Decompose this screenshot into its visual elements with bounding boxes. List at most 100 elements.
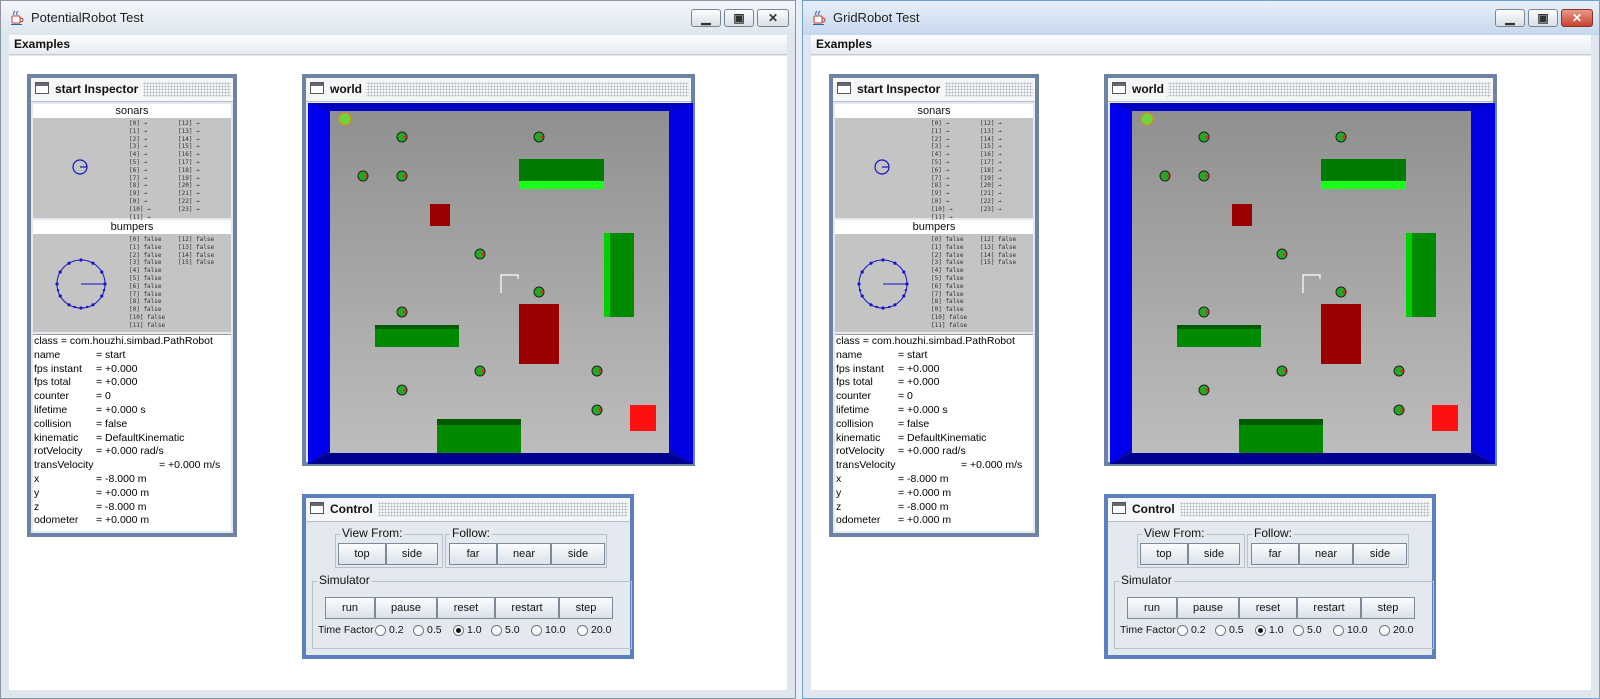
prop-value: = -8.000 m [898,472,949,485]
prop-key: kinematic [34,431,79,444]
prop-key: x [836,472,842,485]
prop-row: name = start [835,349,1033,363]
time-factor-radio[interactable] [453,625,464,636]
prop-key: collision [836,417,874,430]
inspector-body: sonars [0] → [1] → [2] → [3] → [4] → [5]… [33,103,231,531]
time-factor-radio[interactable] [1255,625,1266,636]
inspector-title-bar[interactable]: start Inspector [833,78,1035,102]
prop-row: x = -8.000 m [835,473,1033,487]
view-top-button[interactable]: top [338,543,386,565]
time-factor-radio[interactable] [531,625,542,636]
prop-row: name = start [33,349,231,363]
properties-panel: class = com.houzhi.simbad.PathRobot name… [835,334,1033,531]
inspector-title: start Inspector [857,82,945,96]
bumper-values-right: [12] false [13] false [14] false [15] fa… [178,236,215,267]
prop-row: rotVelocity = +0.000 rad/s [835,445,1033,459]
minimize-button[interactable]: ▁ [691,9,721,27]
prop-row: y = +0.000 m [33,487,231,501]
prop-key: odometer [836,514,881,527]
view-side-button[interactable]: side [386,543,438,565]
follow-group: Follow: far near side [1247,526,1409,568]
world-title-bar[interactable]: world [1108,78,1493,102]
run-button[interactable]: run [1127,597,1177,619]
prop-row: kinematic = DefaultKinematic [33,432,231,446]
world-title-bar[interactable]: world [306,78,691,102]
internal-frame-icon [837,82,851,94]
time-factor-radio[interactable] [1215,625,1226,636]
prop-row: lifetime = +0.000 s [835,404,1033,418]
time-factor-option-label: 1.0 [1269,624,1284,636]
world-frame: world [302,74,695,466]
goal-red [1432,405,1458,431]
prop-value: = start [96,348,126,361]
wall-bottom [308,453,693,464]
close-button[interactable]: ✕ [757,9,789,27]
step-button[interactable]: step [559,597,613,619]
control-title-bar[interactable]: Control [306,498,630,522]
time-factor-option-label: 10.0 [1347,624,1368,636]
simulator-label: Simulator [1119,573,1174,587]
title-bar[interactable]: PotentialRobot Test ▁ ▣ ✕ [1,1,795,35]
view-from-label: View From: [340,526,405,540]
sonars-label: sonars [33,104,231,118]
goal-red [630,405,656,431]
prop-value: = +0.000 m/s [961,459,1023,472]
control-title-bar[interactable]: Control [1108,498,1432,522]
menu-examples[interactable]: Examples [14,37,70,51]
minimize-button[interactable]: ▁ [1495,9,1525,27]
prop-value: = +0.000 [898,376,940,389]
follow-side-button[interactable]: side [551,543,605,565]
time-factor-radio[interactable] [491,625,502,636]
follow-far-button[interactable]: far [449,543,497,565]
time-factor-radio[interactable] [375,625,386,636]
inspector-title-bar[interactable]: start Inspector [31,78,233,102]
run-button[interactable]: run [325,597,375,619]
world-3d-view[interactable] [308,103,693,464]
maximize-button[interactable]: ▣ [1528,9,1558,27]
follow-label: Follow: [1252,526,1295,540]
pause-button[interactable]: pause [375,597,437,619]
restart-button[interactable]: restart [1297,597,1361,619]
time-factor-radio[interactable] [1293,625,1304,636]
follow-far-button[interactable]: far [1251,543,1299,565]
bumper-ring-icon [857,258,909,310]
reset-button[interactable]: reset [437,597,495,619]
box-red-large [1321,304,1361,364]
prop-key: y [836,486,842,499]
time-factor-radio[interactable] [1333,625,1344,636]
time-factor-radio[interactable] [577,625,588,636]
follow-side-button[interactable]: side [1353,543,1407,565]
internal-frame-icon [1112,502,1126,514]
maximize-button[interactable]: ▣ [724,9,754,27]
follow-near-button[interactable]: near [1299,543,1353,565]
internal-frame-icon [310,82,324,94]
box-right-green [604,233,634,317]
title-bar[interactable]: GridRobot Test ▁ ▣ ✕ [803,1,1599,35]
world-title: world [330,82,366,96]
box-red-small [430,204,450,226]
close-icon: ✕ [1571,11,1583,25]
bumpers-panel: [0] false [1] false [2] false [3] false … [835,234,1033,332]
wall-bottom [1110,453,1495,464]
pause-button[interactable]: pause [1177,597,1239,619]
prop-key: z [836,500,842,513]
world-3d-view[interactable] [1110,103,1495,464]
menu-examples[interactable]: Examples [816,37,872,51]
view-top-button[interactable]: top [1140,543,1188,565]
view-side-button[interactable]: side [1188,543,1240,565]
prop-row: z = -8.000 m [835,501,1033,515]
follow-near-button[interactable]: near [497,543,551,565]
restart-button[interactable]: restart [495,597,559,619]
time-factor-radio[interactable] [413,625,424,636]
reset-button[interactable]: reset [1239,597,1297,619]
time-factor-radio[interactable] [1177,625,1188,636]
prop-value: = 0 [898,390,913,403]
minimize-icon: ▁ [1505,11,1515,25]
step-button[interactable]: step [1361,597,1415,619]
sonar-values-left: [0] → [1] → [2] → [3] → [4] → [5] → [6] … [129,120,151,221]
prop-row: lifetime = +0.000 s [33,404,231,418]
close-button[interactable]: ✕ [1561,9,1593,27]
prop-value: = +0.000 s [96,403,146,416]
time-factor-radio[interactable] [1379,625,1390,636]
time-factor-option-label: 10.0 [545,624,566,636]
